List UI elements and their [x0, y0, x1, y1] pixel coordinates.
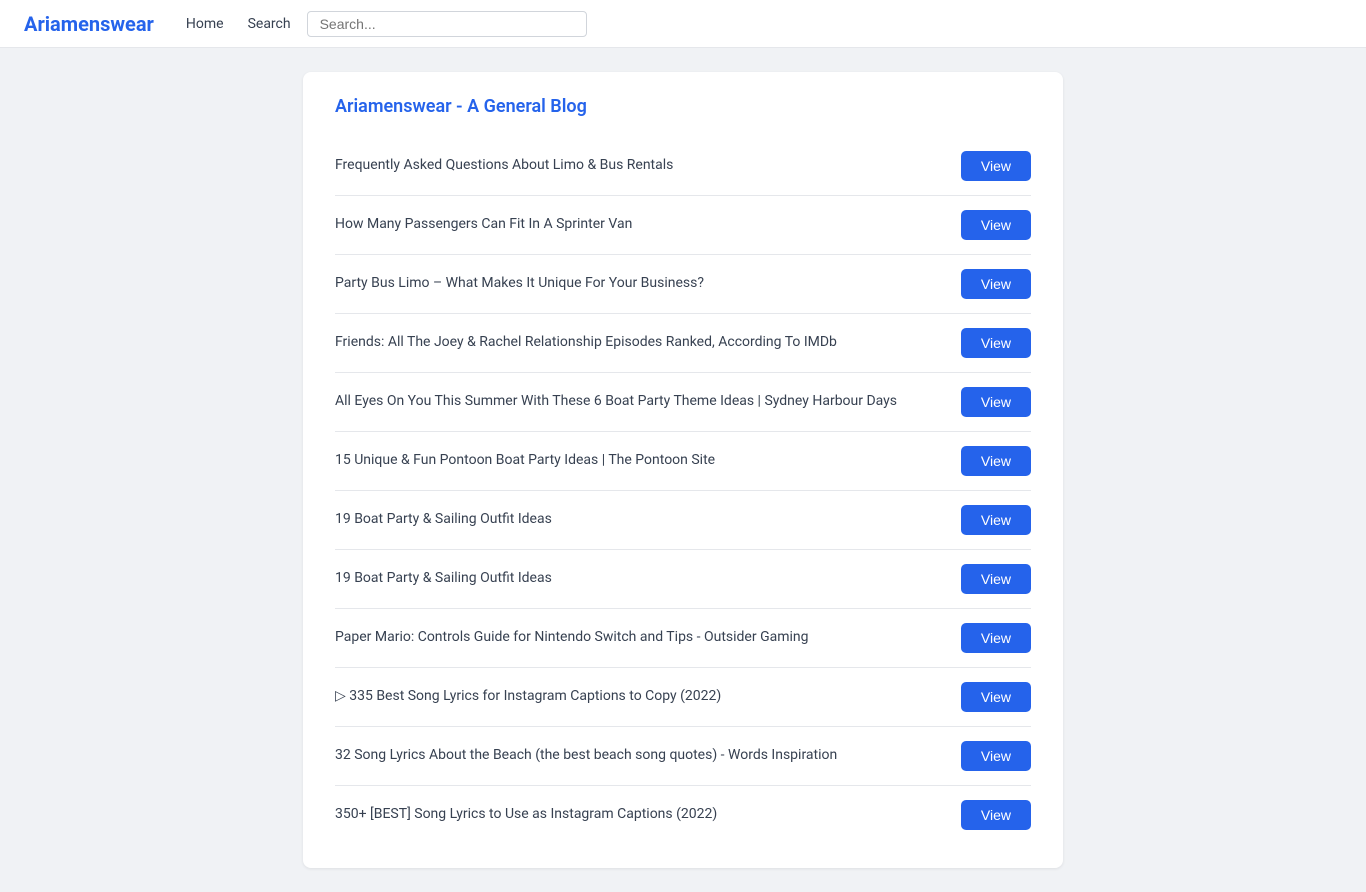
- view-button[interactable]: View: [961, 623, 1031, 653]
- search-box: [307, 11, 587, 37]
- view-button[interactable]: View: [961, 328, 1031, 358]
- view-button[interactable]: View: [961, 682, 1031, 712]
- post-title: How Many Passengers Can Fit In A Sprinte…: [335, 215, 961, 235]
- post-title: Frequently Asked Questions About Limo & …: [335, 156, 961, 176]
- post-title: Friends: All The Joey & Rachel Relations…: [335, 333, 961, 353]
- post-title: 19 Boat Party & Sailing Outfit Ideas: [335, 569, 961, 589]
- post-title: 350+ [BEST] Song Lyrics to Use as Instag…: [335, 805, 961, 825]
- post-item: 19 Boat Party & Sailing Outfit IdeasView: [335, 491, 1031, 550]
- post-item: ▷ 335 Best Song Lyrics for Instagram Cap…: [335, 668, 1031, 727]
- view-button[interactable]: View: [961, 210, 1031, 240]
- view-button[interactable]: View: [961, 387, 1031, 417]
- post-title: 32 Song Lyrics About the Beach (the best…: [335, 746, 961, 766]
- post-item: 350+ [BEST] Song Lyrics to Use as Instag…: [335, 786, 1031, 844]
- navbar-links: Home Search: [186, 16, 291, 32]
- post-title: 15 Unique & Fun Pontoon Boat Party Ideas…: [335, 451, 961, 471]
- view-button[interactable]: View: [961, 446, 1031, 476]
- view-button[interactable]: View: [961, 741, 1031, 771]
- view-button[interactable]: View: [961, 151, 1031, 181]
- view-button[interactable]: View: [961, 505, 1031, 535]
- post-item: All Eyes On You This Summer With These 6…: [335, 373, 1031, 432]
- post-title: ▷ 335 Best Song Lyrics for Instagram Cap…: [335, 687, 961, 707]
- content-card: Ariamenswear - A General Blog Frequently…: [303, 72, 1063, 868]
- page-wrapper: Ariamenswear - A General Blog Frequently…: [0, 48, 1366, 892]
- search-input[interactable]: [320, 16, 574, 32]
- post-item: Friends: All The Joey & Rachel Relations…: [335, 314, 1031, 373]
- post-title: All Eyes On You This Summer With These 6…: [335, 392, 961, 412]
- post-title: Paper Mario: Controls Guide for Nintendo…: [335, 628, 961, 648]
- blog-title: Ariamenswear - A General Blog: [335, 96, 1031, 117]
- post-title: 19 Boat Party & Sailing Outfit Ideas: [335, 510, 961, 530]
- navbar-brand[interactable]: Ariamenswear: [24, 12, 154, 36]
- nav-search[interactable]: Search: [248, 16, 291, 32]
- view-button[interactable]: View: [961, 269, 1031, 299]
- post-item: Frequently Asked Questions About Limo & …: [335, 137, 1031, 196]
- nav-home[interactable]: Home: [186, 16, 224, 32]
- post-item: 32 Song Lyrics About the Beach (the best…: [335, 727, 1031, 786]
- view-button[interactable]: View: [961, 564, 1031, 594]
- post-item: Paper Mario: Controls Guide for Nintendo…: [335, 609, 1031, 668]
- post-item: 19 Boat Party & Sailing Outfit IdeasView: [335, 550, 1031, 609]
- post-item: 15 Unique & Fun Pontoon Boat Party Ideas…: [335, 432, 1031, 491]
- view-button[interactable]: View: [961, 800, 1031, 830]
- post-item: How Many Passengers Can Fit In A Sprinte…: [335, 196, 1031, 255]
- post-item: Party Bus Limo – What Makes It Unique Fo…: [335, 255, 1031, 314]
- post-list: Frequently Asked Questions About Limo & …: [335, 137, 1031, 844]
- post-title: Party Bus Limo – What Makes It Unique Fo…: [335, 274, 961, 294]
- navbar: Ariamenswear Home Search: [0, 0, 1366, 48]
